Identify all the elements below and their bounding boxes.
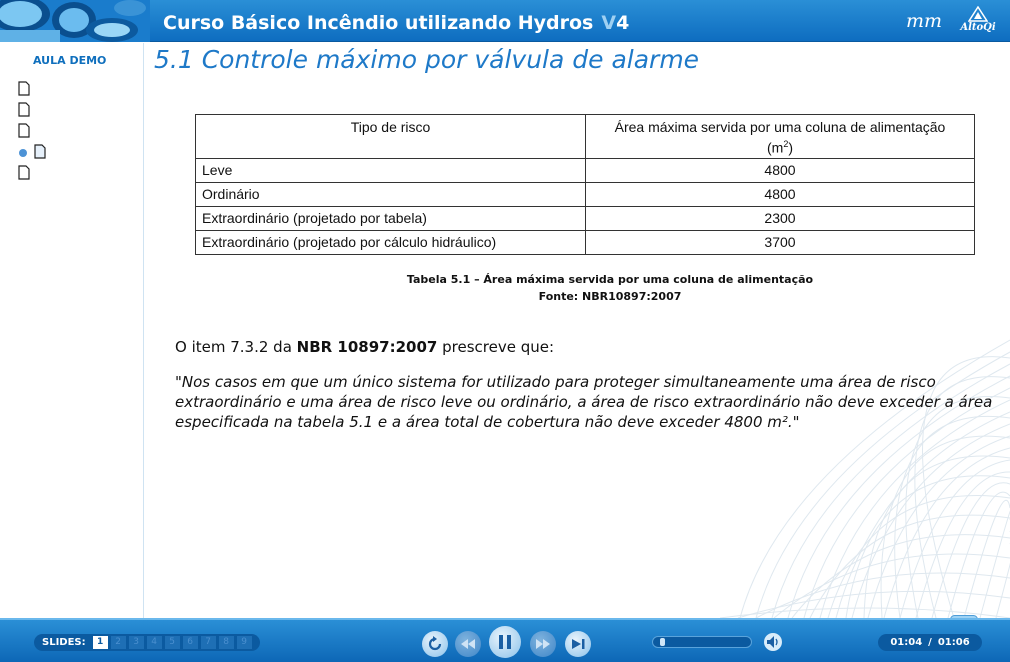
header-bar: Curso Básico Incêndio utilizando Hydros V…	[0, 0, 1010, 42]
risk-table: Tipo de risco Área máxima servida por um…	[195, 114, 975, 255]
page-nav-item-2[interactable]	[18, 102, 58, 123]
intro-norm: NBR 10897:2007	[296, 338, 438, 356]
next-button[interactable]	[565, 631, 591, 657]
page-nav-item-4-current[interactable]	[18, 144, 58, 165]
norm-quote: "Nos casos em que um único sistema for u…	[175, 373, 993, 431]
slide-number-8[interactable]: 8	[218, 636, 234, 649]
rewind-icon	[461, 639, 475, 649]
page-icon	[34, 144, 46, 159]
slide-number-9[interactable]: 9	[236, 636, 252, 649]
forward-button[interactable]	[530, 631, 556, 657]
slide-number-6[interactable]: 6	[182, 636, 198, 649]
cell-tipo: Extraordinário (projetado por cálculo hi…	[195, 229, 586, 255]
page-nav-list	[18, 81, 58, 186]
pipes-graphic	[0, 0, 150, 42]
header-unit-open: (m	[766, 139, 784, 156]
slide-number-2[interactable]: 2	[110, 636, 126, 649]
course-title-text: Curso Básico Incêndio utilizando Hydros	[163, 12, 594, 34]
slide-number-4[interactable]: 4	[146, 636, 162, 649]
speaker-icon	[764, 633, 782, 651]
next-icon	[572, 639, 585, 649]
page-nav-item-1[interactable]	[18, 81, 58, 102]
pause-button[interactable]	[489, 626, 521, 658]
slide-number-1[interactable]: 1	[92, 636, 108, 649]
altoqi-logo-icon	[968, 6, 988, 22]
page-icon	[18, 123, 30, 138]
sidebar: AULA DEMO	[0, 43, 144, 618]
version-prefix: V	[601, 12, 617, 34]
header-tipo-de-risco: Tipo de risco	[195, 114, 586, 159]
table-row: Ordinário 4800	[195, 181, 975, 207]
page-nav-item-3[interactable]	[18, 123, 58, 144]
altoqi-logo-text: AltoQi	[960, 22, 996, 33]
page-title: 5.1 Controle máximo por válvula de alarm…	[154, 45, 700, 74]
slide-number-5[interactable]: 5	[164, 636, 180, 649]
intro-after: prescreve que:	[437, 338, 555, 356]
slides-nav: SLIDES: 1 2 3 4 5 6 7 8 9	[34, 634, 260, 651]
cell-tipo: Extraordinário (projetado por tabela)	[195, 205, 586, 231]
table-source: Fonte: NBR10897:2007	[538, 290, 682, 303]
pause-icon	[499, 635, 511, 649]
page-icon	[18, 102, 30, 117]
time-display: 01:04 / 01:06	[878, 634, 982, 651]
header-area-maxima-text: Área máxima servida por uma coluna de al…	[614, 119, 946, 135]
seek-slider[interactable]	[652, 636, 752, 648]
slides-label: SLIDES:	[42, 637, 86, 648]
table-row: Extraordinário (projetado por cálculo hi…	[195, 229, 975, 255]
player-bar: SLIDES: 1 2 3 4 5 6 7 8 9 01:04 / 01:06	[0, 618, 1010, 662]
header-area-maxima: Área máxima servida por uma coluna de al…	[585, 114, 975, 159]
page-nav-item-5[interactable]	[18, 165, 58, 186]
forward-icon	[536, 639, 550, 649]
current-page-dot-icon	[19, 149, 27, 157]
header-unit-close: )	[788, 139, 793, 156]
version-number: 4	[616, 12, 630, 34]
table-row: Extraordinário (projetado por tabela) 23…	[195, 205, 975, 231]
slide-number-3[interactable]: 3	[128, 636, 144, 649]
page-icon	[18, 165, 30, 180]
replay-button[interactable]	[422, 631, 448, 657]
table-caption: Tabela 5.1 – Área máxima servida por uma…	[406, 273, 814, 286]
altoqi-logo: AltoQi	[958, 6, 998, 38]
intro-before: O item 7.3.2 da	[175, 338, 297, 356]
cell-area: 3700	[585, 229, 975, 255]
cell-tipo: Ordinário	[195, 181, 586, 207]
mm-logo: mm	[906, 10, 943, 32]
volume-button[interactable]	[762, 632, 784, 652]
course-title: Curso Básico Incêndio utilizando Hydros V…	[163, 12, 629, 34]
seek-slider-knob[interactable]	[659, 638, 665, 646]
replay-icon	[428, 636, 442, 651]
table-header-row: Tipo de risco Área máxima servida por um…	[195, 114, 975, 159]
cell-tipo: Leve	[195, 157, 586, 183]
intro-text: O item 7.3.2 da NBR 10897:2007 prescreve…	[175, 338, 554, 356]
cell-area: 4800	[585, 181, 975, 207]
total-time: 01:06	[937, 637, 970, 648]
slide-number-7[interactable]: 7	[200, 636, 216, 649]
page-icon	[18, 81, 30, 96]
time-separator: /	[928, 637, 932, 648]
aula-demo-label: AULA DEMO	[33, 54, 107, 67]
rewind-button[interactable]	[455, 631, 481, 657]
current-time: 01:04	[890, 637, 923, 648]
table-row: Leve 4800	[195, 157, 975, 183]
cell-area: 4800	[585, 157, 975, 183]
cell-area: 2300	[585, 205, 975, 231]
